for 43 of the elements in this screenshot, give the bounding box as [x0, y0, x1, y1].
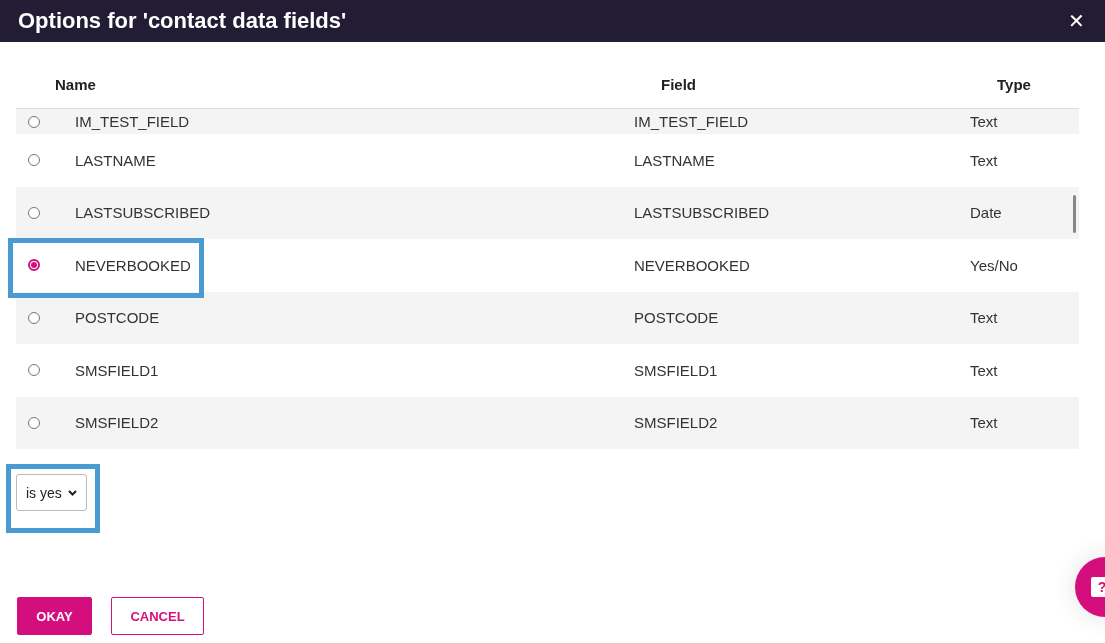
table-cell-text: NEVERBOOKED	[634, 256, 751, 274]
column-header: Type	[997, 75, 1032, 93]
table-cell-text: POSTCODE	[75, 309, 161, 327]
radio-button[interactable]	[28, 259, 40, 272]
condition-dropdown[interactable]: is yes	[16, 474, 87, 511]
help-button[interactable]: ?	[1075, 557, 1105, 617]
close-button[interactable]: ✕	[1068, 9, 1085, 33]
column-header: Field	[661, 75, 697, 93]
table-cell-text: Text	[970, 151, 999, 169]
table-cell-text: SMSFIELD1	[75, 361, 160, 379]
table-cell-text: LASTNAME	[634, 151, 716, 169]
table-cell-text: SMSFIELD2	[75, 414, 160, 432]
okay-button[interactable]: OKAY	[17, 597, 92, 635]
table-cell-text: IM_TEST_FIELD	[75, 113, 191, 130]
table-row[interactable]: LASTSUBSCRIBED LASTSUBSCRIBED Date	[16, 186, 1079, 239]
table-cell-text: Text	[970, 361, 999, 379]
table-row[interactable]: IM_TEST_FIELD IM_TEST_FIELD Text	[16, 109, 1079, 134]
table-cell-text: Text	[970, 113, 999, 130]
radio-button[interactable]	[28, 115, 40, 128]
table-cell-text: SMSFIELD1	[634, 361, 719, 379]
table-cell-text: Text	[970, 414, 999, 432]
radio-button[interactable]	[28, 364, 40, 377]
table-row[interactable]: POSTCODE POSTCODE Text	[16, 291, 1079, 344]
radio-button[interactable]	[28, 416, 40, 429]
table-cell-text: LASTNAME	[75, 151, 157, 169]
table-cell-text: NEVERBOOKED	[75, 256, 192, 274]
table-cell-text: LASTSUBSCRIBED	[634, 204, 771, 222]
table-cell-text: POSTCODE	[634, 309, 720, 327]
table-cell-text: SMSFIELD2	[634, 414, 719, 432]
table-cell-text: Date	[970, 204, 1003, 222]
scrollbar-thumb[interactable]	[1073, 195, 1076, 233]
radio-button[interactable]	[28, 154, 40, 167]
cancel-button[interactable]: CANCEL	[111, 597, 204, 635]
table-row[interactable]: SMSFIELD2 SMSFIELD2 Text	[16, 396, 1079, 449]
radio-button[interactable]	[28, 311, 40, 324]
chevron-down-icon	[67, 489, 77, 496]
dialog-title: Options for 'contact data fields'	[18, 8, 347, 34]
radio-button[interactable]	[28, 206, 40, 219]
column-header: Name	[55, 75, 97, 93]
table-cell-text: IM_TEST_FIELD	[634, 113, 750, 130]
table-cell-text: Yes/No	[970, 256, 1019, 274]
table-cell-text: LASTSUBSCRIBED	[75, 204, 212, 222]
table-cell-text: Text	[970, 309, 999, 327]
